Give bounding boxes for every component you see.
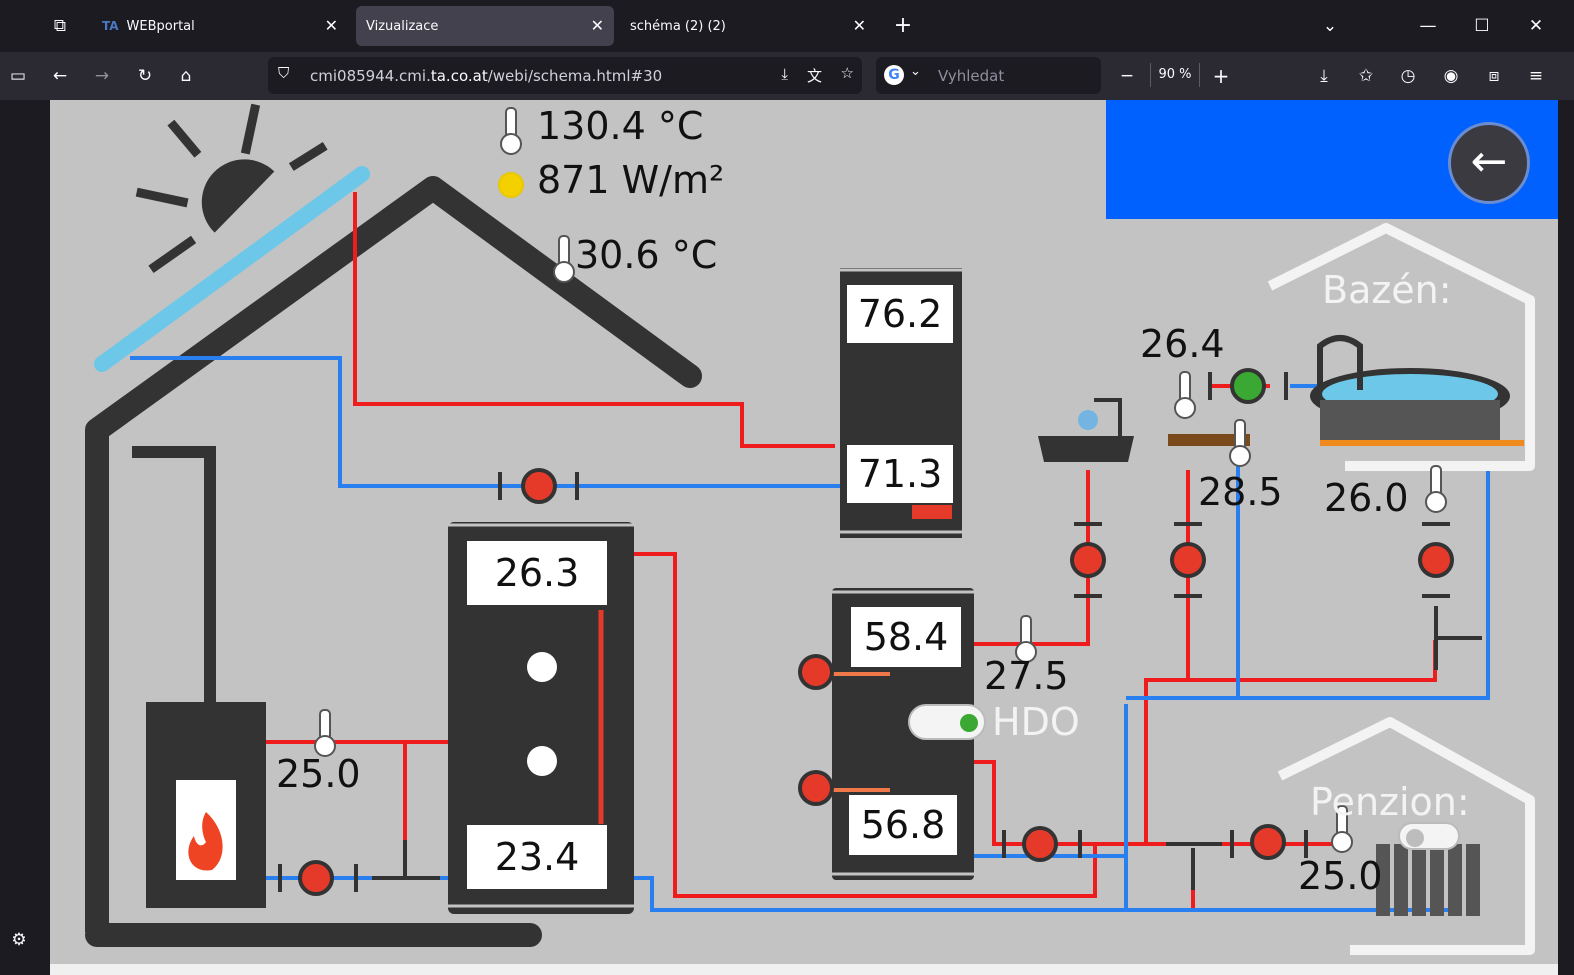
home-icon[interactable]: ⌂ [174, 64, 198, 88]
bottom-strip [50, 964, 1558, 975]
boiler-temp: 25.0 [276, 752, 361, 796]
gear-icon[interactable]: ⚙ [7, 928, 31, 952]
pool-inlet-temp: 26.4 [1140, 322, 1225, 366]
close-tab-icon[interactable]: ✕ [325, 16, 338, 35]
tab-webportal[interactable]: TA WEBportal ✕ [92, 6, 348, 46]
minimize-icon[interactable]: — [1416, 14, 1440, 38]
url-path: /webi/schema.html#30 [487, 66, 663, 85]
pension-label: Penzion: [1310, 780, 1470, 824]
tab-vizualizace[interactable]: Vizualizace ✕ [356, 6, 614, 46]
schematic-drawing [85, 103, 1535, 955]
search-placeholder: Vyhledat [938, 66, 1005, 85]
tank1-top-temp: 76.2 [846, 284, 954, 344]
tab-schema[interactable]: schéma (2) (2) ✕ [620, 6, 876, 46]
history-icon[interactable]: ◷ [1396, 64, 1420, 88]
ta-logo-icon: TA [102, 19, 119, 33]
extensions-icon[interactable]: ⧈ [1482, 64, 1506, 88]
outdoor-temp: 30.6 °C [575, 233, 718, 277]
hdo-toggle[interactable] [908, 704, 986, 740]
schematic-canvas: 130.4 °C 871 W/m² 30.6 °C 76.2 71.3 26.3… [50, 100, 1558, 964]
back-arrow-button[interactable]: ← [1448, 122, 1530, 204]
pension-temp: 25.0 [1298, 854, 1383, 898]
dhw-top-temp: 58.4 [850, 606, 962, 668]
radiator-icon [1376, 844, 1480, 916]
buffer-bottom-temp: 23.4 [466, 824, 608, 890]
buffer-top-temp: 26.3 [466, 540, 608, 606]
pool-icon [1310, 335, 1524, 446]
irradiance-sun-icon [498, 172, 524, 198]
tab-label: WEBportal [126, 18, 195, 34]
close-window-icon[interactable]: ✕ [1524, 14, 1548, 38]
zoom-level[interactable]: 90 % [1150, 63, 1200, 87]
collector-temp: 130.4 °C [537, 104, 704, 148]
menu-icon[interactable]: ≡ [1524, 64, 1548, 88]
tab-bar: ⧉ TA WEBportal ✕ Vizualizace ✕ schéma (2… [0, 0, 1574, 52]
translate-icon[interactable]: 文 [807, 65, 822, 86]
google-icon[interactable]: G [884, 65, 904, 85]
address-bar[interactable]: ⛉ cmi085944.cmi. ta.co.at/webi/schema.htm… [268, 57, 862, 94]
search-input[interactable]: G ⌄ Vyhledat [876, 57, 1101, 94]
close-tab-icon[interactable]: ✕ [591, 16, 604, 35]
bookmarks-icon[interactable]: ✩ [1354, 64, 1378, 88]
left-sidebar: ⚙ [0, 100, 50, 975]
new-tab-icon[interactable]: + [891, 14, 915, 38]
hdo-label: HDO [992, 700, 1080, 744]
sun-icon [135, 103, 328, 274]
save-page-icon[interactable]: ⤓ [781, 65, 788, 83]
zoom-in-icon[interactable]: + [1209, 64, 1233, 88]
irradiance: 871 W/m² [537, 158, 725, 202]
bookmark-star-icon[interactable]: ☆ [841, 64, 854, 82]
close-tab-icon[interactable]: ✕ [853, 16, 866, 35]
url-prefix: cmi085944.cmi. [310, 66, 431, 85]
back-icon[interactable]: ← [48, 64, 72, 88]
sidebar-icon[interactable]: ▭ [6, 64, 30, 88]
pension-toggle[interactable] [1398, 822, 1460, 850]
tab-label: Vizualizace [366, 18, 439, 34]
tank1-bottom-temp: 71.3 [846, 444, 954, 504]
forward-icon[interactable]: → [90, 64, 114, 88]
reload-icon[interactable]: ↻ [133, 64, 157, 88]
maximize-icon[interactable]: ☐ [1470, 14, 1494, 38]
boiler-icon [146, 702, 266, 908]
tab-label: schéma (2) (2) [630, 18, 726, 34]
shield-icon: ⛉ [278, 64, 290, 82]
pool-hx-temp: 28.5 [1198, 470, 1283, 514]
dhw-bottom-temp: 56.8 [848, 794, 958, 856]
dhw-out-temp: 27.5 [984, 654, 1069, 698]
chevron-down-icon[interactable]: ⌄ [910, 64, 921, 79]
bathtub-icon [1038, 398, 1134, 462]
url-domain: ta.co.at [430, 66, 488, 85]
list-tabs-icon[interactable]: ⌄ [1318, 14, 1342, 38]
zoom-out-icon[interactable]: − [1115, 64, 1139, 88]
pool-return-temp: 26.0 [1324, 476, 1409, 520]
toggle-knob [960, 714, 978, 732]
downloads-icon[interactable]: ⤓ [1312, 64, 1336, 88]
pool-label: Bazén: [1322, 268, 1452, 312]
toggle-knob [1406, 829, 1424, 847]
account-icon[interactable]: ◉ [1439, 64, 1463, 88]
tab-overview-icon[interactable]: ⧉ [48, 14, 72, 38]
